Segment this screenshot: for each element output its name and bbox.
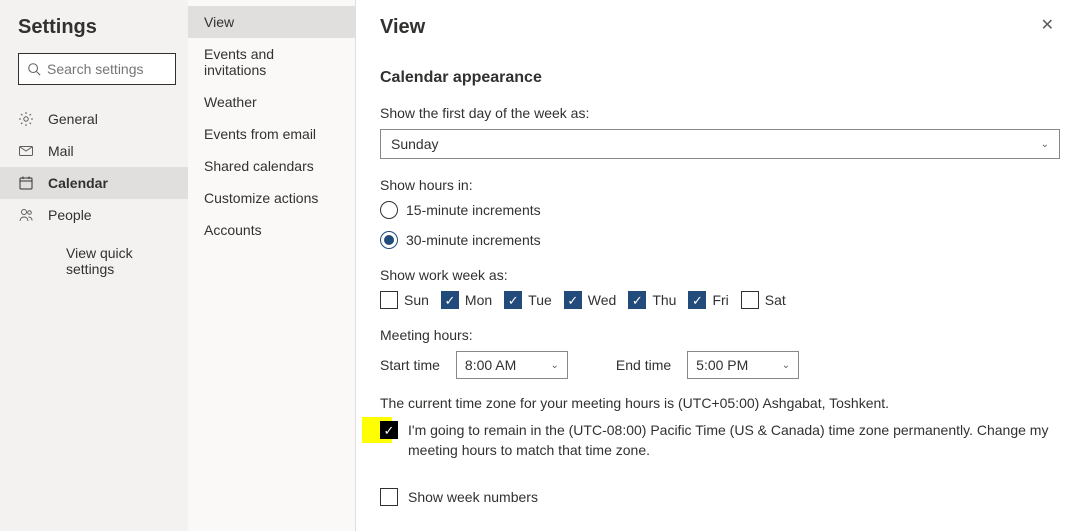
radio-15-min[interactable]: 15-minute increments bbox=[380, 201, 1060, 219]
meeting-hours-label: Meeting hours: bbox=[380, 327, 1060, 343]
gear-icon bbox=[18, 111, 38, 127]
end-time-select[interactable]: 5:00 PM ⌄ bbox=[687, 351, 799, 379]
radio-icon bbox=[380, 231, 398, 249]
chevron-down-icon: ⌄ bbox=[1041, 139, 1049, 150]
remain-timezone-text: I'm going to remain in the (UTC-08:00) P… bbox=[408, 421, 1060, 460]
close-button[interactable]: ✕ bbox=[1035, 16, 1060, 36]
nav-item-people[interactable]: People bbox=[0, 199, 188, 231]
chevron-down-icon: ⌄ bbox=[782, 360, 790, 371]
remain-timezone-checkbox[interactable] bbox=[380, 421, 398, 439]
remain-timezone-row[interactable]: I'm going to remain in the (UTC-08:00) P… bbox=[380, 421, 1060, 460]
checkbox-icon bbox=[380, 291, 398, 309]
search-icon bbox=[27, 62, 41, 76]
radio-icon bbox=[380, 201, 398, 219]
week-numbers-label: Show week numbers bbox=[408, 489, 538, 505]
meeting-hours-row: Start time 8:00 AM ⌄ End time 5:00 PM ⌄ bbox=[380, 351, 1060, 379]
start-time-label: Start time bbox=[380, 357, 440, 373]
radio-label: 15-minute increments bbox=[406, 202, 541, 218]
nav-item-calendar[interactable]: Calendar bbox=[0, 167, 188, 199]
people-icon bbox=[18, 207, 38, 223]
day-tue[interactable]: Tue bbox=[504, 291, 552, 309]
show-hours-label: Show hours in: bbox=[380, 177, 1060, 193]
detail-title: View bbox=[380, 16, 425, 39]
start-time-value: 8:00 AM bbox=[465, 357, 516, 373]
view-quick-settings-link[interactable]: View quick settings bbox=[18, 237, 176, 285]
subnav-list: View Events and invitations Weather Even… bbox=[188, 6, 355, 246]
subnav-item-events-from-email[interactable]: Events from email bbox=[188, 118, 355, 150]
nav-label: Calendar bbox=[48, 175, 108, 191]
first-day-value: Sunday bbox=[391, 136, 438, 152]
current-timezone-text: The current time zone for your meeting h… bbox=[380, 395, 1060, 411]
radio-30-min[interactable]: 30-minute increments bbox=[380, 231, 1060, 249]
week-numbers-checkbox[interactable] bbox=[380, 488, 398, 506]
work-week-days: Sun Mon Tue Wed Thu Fri Sat bbox=[380, 291, 1060, 309]
nav-label: People bbox=[48, 207, 92, 223]
day-wed[interactable]: Wed bbox=[564, 291, 617, 309]
work-week-label: Show work week as: bbox=[380, 267, 1060, 283]
day-mon[interactable]: Mon bbox=[441, 291, 492, 309]
show-hours-radio-group: 15-minute increments 30-minute increment… bbox=[380, 201, 1060, 249]
settings-detail-panel: View ✕ Calendar appearance Show the firs… bbox=[356, 0, 1088, 531]
end-time-value: 5:00 PM bbox=[696, 357, 748, 373]
checkbox-icon bbox=[504, 291, 522, 309]
start-time-select[interactable]: 8:00 AM ⌄ bbox=[456, 351, 568, 379]
nav-item-general[interactable]: General bbox=[0, 103, 188, 135]
subnav-item-accounts[interactable]: Accounts bbox=[188, 214, 355, 246]
nav-item-mail[interactable]: Mail bbox=[0, 135, 188, 167]
settings-nav-list: General Mail Calendar People bbox=[0, 103, 188, 231]
settings-left-panel: Settings General Mail Calendar bbox=[0, 0, 188, 531]
nav-label: General bbox=[48, 111, 98, 127]
radio-label: 30-minute increments bbox=[406, 232, 541, 248]
day-fri[interactable]: Fri bbox=[688, 291, 728, 309]
day-thu[interactable]: Thu bbox=[628, 291, 676, 309]
nav-label: Mail bbox=[48, 143, 74, 159]
chevron-down-icon: ⌄ bbox=[551, 360, 559, 371]
calendar-icon bbox=[18, 175, 38, 191]
calendar-appearance-heading: Calendar appearance bbox=[380, 69, 1060, 87]
first-day-select[interactable]: Sunday ⌄ bbox=[380, 129, 1060, 159]
search-settings-box[interactable] bbox=[18, 53, 176, 85]
subnav-item-customize-actions[interactable]: Customize actions bbox=[188, 182, 355, 214]
settings-title: Settings bbox=[18, 16, 176, 39]
day-sat[interactable]: Sat bbox=[741, 291, 786, 309]
end-time-label: End time bbox=[616, 357, 671, 373]
subnav-item-events-invitations[interactable]: Events and invitations bbox=[188, 38, 355, 86]
first-day-label: Show the first day of the week as: bbox=[380, 105, 1060, 121]
mail-icon bbox=[18, 143, 38, 159]
subnav-item-shared-calendars[interactable]: Shared calendars bbox=[188, 150, 355, 182]
checkbox-icon bbox=[564, 291, 582, 309]
show-week-numbers-row[interactable]: Show week numbers bbox=[380, 488, 1060, 506]
subnav-item-view[interactable]: View bbox=[188, 6, 355, 38]
search-input[interactable] bbox=[47, 61, 167, 77]
subnav-item-weather[interactable]: Weather bbox=[188, 86, 355, 118]
checkbox-icon bbox=[688, 291, 706, 309]
checkbox-icon bbox=[441, 291, 459, 309]
settings-subnav-panel: View Events and invitations Weather Even… bbox=[188, 0, 356, 531]
checkbox-icon bbox=[741, 291, 759, 309]
day-sun[interactable]: Sun bbox=[380, 291, 429, 309]
checkbox-icon bbox=[628, 291, 646, 309]
